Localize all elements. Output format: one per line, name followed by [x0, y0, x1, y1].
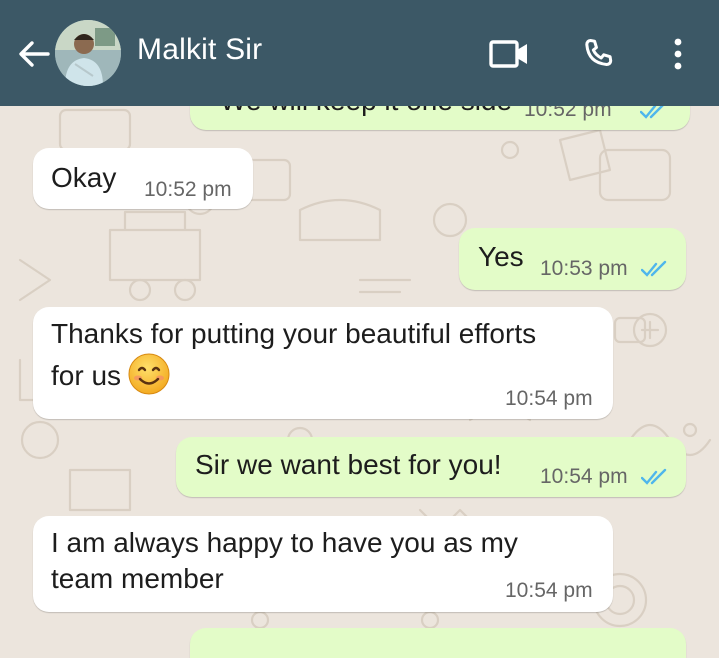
message-text-line-1: Thanks for putting your beautiful effort… [51, 318, 537, 349]
back-arrow-icon[interactable] [14, 34, 54, 74]
more-options-icon[interactable] [670, 36, 686, 72]
message-bubble-outgoing-partial [190, 628, 686, 658]
message-text-line-2: for us [51, 353, 171, 400]
message-bubble-outgoing[interactable]: Yes 10:53 pm [459, 228, 686, 290]
message-text: Yes [478, 241, 524, 272]
message-time: 10:54 pm [505, 579, 593, 602]
message-bubble-incoming[interactable]: Okay 10:52 pm [33, 148, 253, 209]
message-text: Okay [51, 162, 117, 193]
message-bubble-incoming[interactable]: Thanks for putting your beautiful effort… [33, 307, 613, 419]
message-bubble-incoming[interactable]: I am always happy to have you as my team… [33, 516, 613, 612]
message-bubble-outgoing[interactable]: Sir we want best for you! 10:54 pm [176, 437, 686, 497]
video-call-icon[interactable] [489, 38, 529, 70]
message-time: 10:54 pm [540, 465, 628, 488]
voice-call-icon[interactable] [580, 35, 618, 73]
avatar[interactable] [55, 20, 121, 86]
message-time: 10:54 pm [505, 387, 593, 410]
read-ticks-icon [641, 468, 667, 485]
message-time: 10:52 pm [144, 178, 232, 201]
message-time: 10:53 pm [540, 257, 628, 280]
smiling-face-emoji [128, 353, 170, 395]
chat-header: Malkit Sir [0, 0, 719, 106]
message-text-line-2-text: for us [51, 360, 122, 391]
message-text-line-2: team member [51, 563, 224, 594]
contact-name[interactable]: Malkit Sir [137, 33, 262, 67]
read-ticks-icon [641, 260, 667, 277]
message-text: Sir we want best for you! [195, 449, 502, 480]
